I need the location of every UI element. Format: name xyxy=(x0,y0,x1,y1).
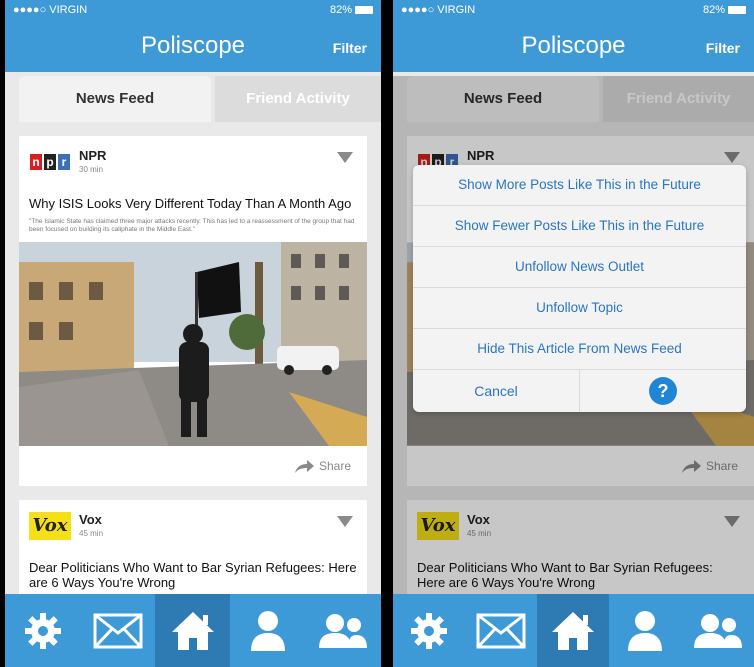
messages-tab[interactable] xyxy=(80,594,155,667)
chevron-down-icon[interactable] xyxy=(337,516,353,527)
cancel-button[interactable]: Cancel xyxy=(413,370,579,412)
phone-right: ●●●●○ VIRGIN 82% Poliscope Filter News F… xyxy=(393,0,754,667)
friends-icon xyxy=(319,613,367,648)
option-show-more[interactable]: Show More Posts Like This in the Future xyxy=(413,165,746,206)
settings-tab[interactable] xyxy=(393,594,465,667)
question-mark-icon: ? xyxy=(649,377,677,405)
bottom-tab-bar xyxy=(393,594,754,667)
profile-tab[interactable] xyxy=(230,594,305,667)
user-icon xyxy=(250,610,285,651)
nav-bar: Poliscope Filter xyxy=(393,22,754,72)
tab-friend-activity[interactable]: Friend Activity xyxy=(215,76,381,122)
friends-icon xyxy=(693,613,742,648)
source-name: NPR xyxy=(79,148,107,163)
app-title: Poliscope xyxy=(140,32,246,59)
battery-icon xyxy=(355,6,373,15)
bottom-tab-bar xyxy=(5,594,381,667)
article-photo[interactable] xyxy=(19,242,367,446)
gear-icon xyxy=(411,612,447,649)
friends-tab[interactable] xyxy=(305,594,381,667)
option-show-fewer[interactable]: Show Fewer Posts Like This in the Future xyxy=(413,206,746,247)
article-snippet: "The Islamic State has claimed three maj… xyxy=(29,218,355,233)
filter-button[interactable]: Filter xyxy=(333,40,367,56)
option-hide-article[interactable]: Hide This Article From News Feed xyxy=(413,329,746,370)
status-bar: ●●●●○ VIRGIN 82% xyxy=(393,0,754,22)
home-icon xyxy=(552,611,594,650)
chevron-down-icon[interactable] xyxy=(337,152,353,163)
profile-tab[interactable] xyxy=(609,594,681,667)
battery-label: 82% xyxy=(702,4,725,16)
post-time: 30 min xyxy=(79,165,104,174)
npr-logo: n p r xyxy=(29,148,71,176)
tab-news-feed[interactable]: News Feed xyxy=(19,76,211,122)
article-headline[interactable]: Dear Politicians Who Want to Bar Syrian … xyxy=(29,560,357,590)
feed-tabs: News Feed Friend Activity xyxy=(19,76,381,122)
action-sheet: Show More Posts Like This in the Future … xyxy=(413,165,746,412)
phone-left: ●●●●○ VIRGIN 82% Poliscope Filter News F… xyxy=(5,0,381,667)
home-tab[interactable] xyxy=(155,594,230,667)
messages-tab[interactable] xyxy=(465,594,537,667)
share-arrow-icon xyxy=(294,460,314,473)
news-card[interactable]: n p r NPR 30 min Why ISIS Looks Very Dif… xyxy=(19,136,367,486)
post-time: 45 min xyxy=(79,529,104,538)
share-button[interactable]: Share xyxy=(293,459,351,474)
action-sheet-footer: Cancel ? xyxy=(413,370,746,412)
news-card[interactable]: Vox Vox 45 min Dear Politicians Who Want… xyxy=(19,500,367,600)
battery-icon xyxy=(728,6,746,15)
status-bar: ●●●●○ VIRGIN 82% xyxy=(5,0,381,22)
help-button[interactable]: ? xyxy=(579,370,746,412)
home-tab[interactable] xyxy=(537,594,609,667)
gear-icon xyxy=(24,612,61,649)
settings-tab[interactable] xyxy=(5,594,80,667)
friends-tab[interactable] xyxy=(681,594,754,667)
source-name: Vox xyxy=(79,512,102,527)
battery-indicator: 82% xyxy=(703,4,746,16)
carrier-label: ●●●●○ VIRGIN xyxy=(13,4,88,16)
battery-label: 82% xyxy=(329,4,352,16)
user-icon xyxy=(628,610,662,651)
home-icon xyxy=(171,611,214,650)
nav-bar: Poliscope Filter xyxy=(5,22,381,72)
option-unfollow-topic[interactable]: Unfollow Topic xyxy=(413,288,746,329)
article-headline[interactable]: Why ISIS Looks Very Different Today Than… xyxy=(29,196,357,211)
app-title: Poliscope xyxy=(521,32,626,59)
mail-icon xyxy=(476,613,526,648)
mail-icon xyxy=(93,613,142,648)
option-unfollow-outlet[interactable]: Unfollow News Outlet xyxy=(413,247,746,288)
carrier-label: ●●●●○ VIRGIN xyxy=(401,4,476,16)
filter-button[interactable]: Filter xyxy=(706,40,740,56)
battery-indicator: 82% xyxy=(330,4,373,16)
share-label: Share xyxy=(318,459,351,474)
vox-logo: Vox xyxy=(29,512,71,540)
